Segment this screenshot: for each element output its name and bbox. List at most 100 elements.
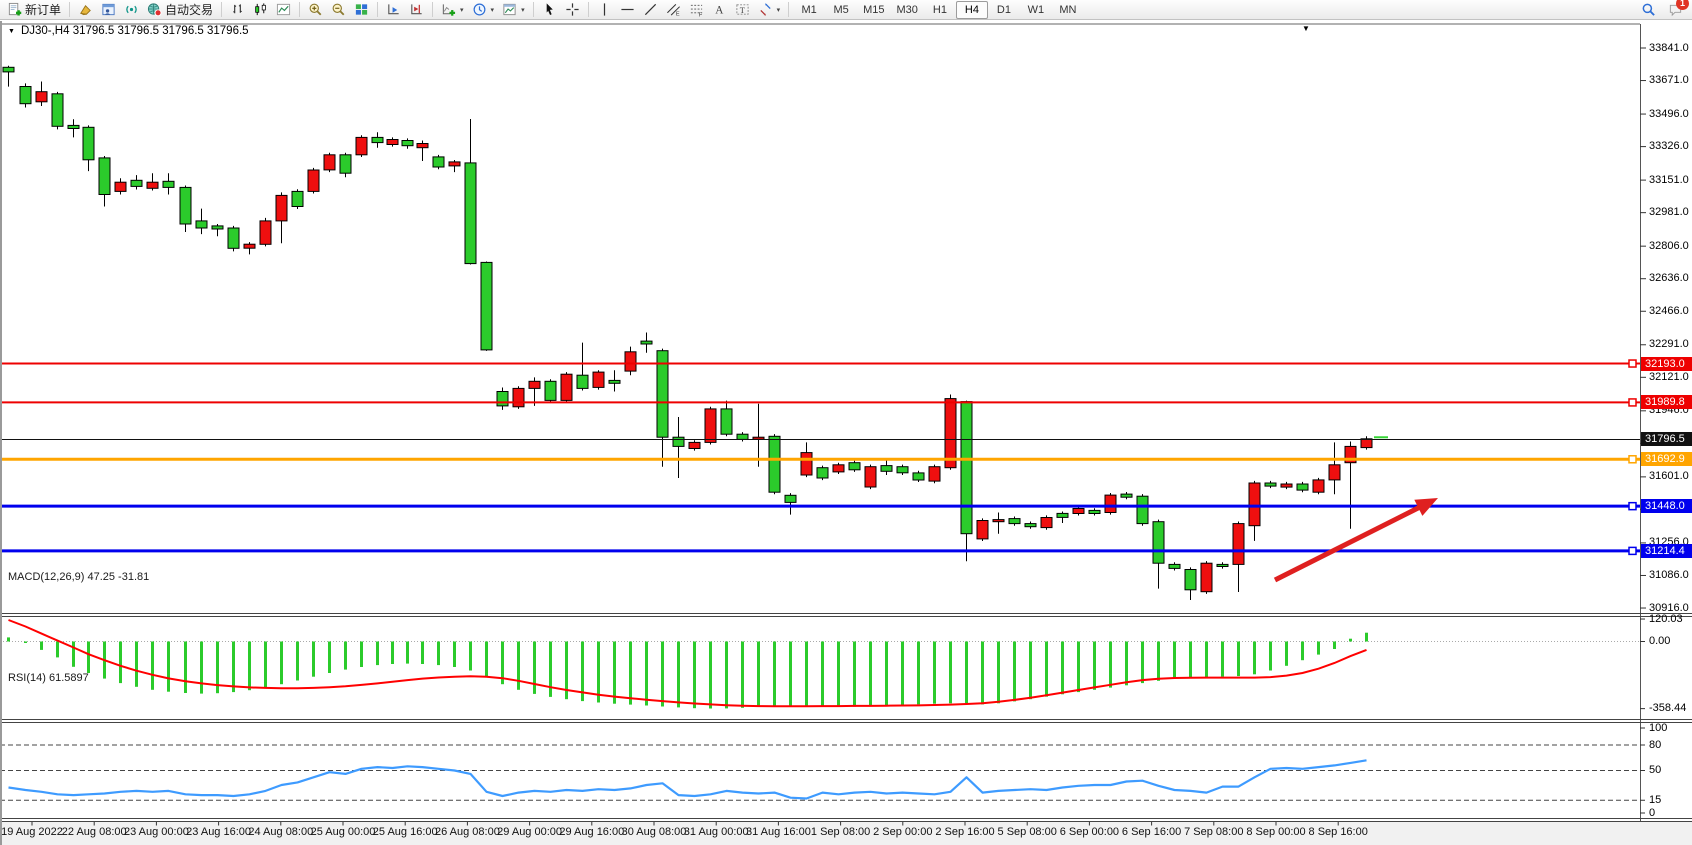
time-label: 22 Aug 08:00 [62, 826, 127, 838]
fibonacci-button[interactable]: F [685, 1, 708, 19]
arrows-icon [758, 2, 773, 17]
zoom-out-icon [331, 2, 346, 17]
candle-bearish [99, 158, 110, 195]
candle-bullish [1281, 484, 1292, 487]
search-button[interactable] [1637, 1, 1660, 19]
macd-histogram-bar [264, 642, 267, 688]
chat-button[interactable]: 1 [1668, 1, 1683, 19]
timeframe-m5[interactable]: M5 [825, 1, 857, 19]
toolbar-separator [788, 2, 789, 17]
candle-bearish [402, 141, 413, 146]
candle-bearish [20, 87, 31, 104]
price-tick-label: 33496.0 [1649, 108, 1689, 120]
macd-signal-line [9, 620, 1367, 706]
time-label: 7 Sep 08:00 [1184, 826, 1243, 838]
tile-windows-button[interactable] [350, 1, 373, 19]
chart-shift-marker[interactable]: ▼ [1302, 24, 1310, 33]
profiles-button[interactable] [74, 1, 97, 19]
candle-bearish [465, 163, 476, 264]
hline-anchor[interactable] [1629, 456, 1636, 463]
macd-scale-label: 0.00 [1649, 635, 1670, 647]
macd-histogram-bar [773, 642, 776, 707]
timeframe-h1[interactable]: H1 [924, 1, 956, 19]
timeframe-mn[interactable]: MN [1052, 1, 1084, 19]
text-button[interactable]: A [708, 1, 731, 19]
macd-histogram-bar [248, 642, 251, 691]
candle-bearish [340, 155, 351, 173]
macd-histogram-bar [232, 642, 235, 693]
macd-histogram-bar [280, 642, 283, 685]
time-label: 19 Aug 2022 [1, 826, 63, 838]
candle-bullish [1249, 483, 1260, 526]
macd-histogram-bar [1285, 642, 1288, 666]
hline-anchor[interactable] [1629, 399, 1636, 406]
indicators-button[interactable]: ▾ [437, 1, 468, 19]
timeframe-m30[interactable]: M30 [891, 1, 924, 19]
macd-histogram-bar [184, 642, 187, 694]
candle-bearish [1185, 570, 1196, 590]
macd-histogram-bar [757, 642, 760, 708]
candle-bearish [1169, 564, 1180, 568]
timeframe-group: M1M5M15M30H1H4D1W1MN [793, 0, 1084, 20]
templates-dropdown-caret: ▾ [521, 6, 525, 14]
new-order-button[interactable]: 新订单 [3, 1, 65, 19]
timeframe-m15[interactable]: M15 [857, 1, 890, 19]
chart-canvas[interactable] [0, 0, 1692, 845]
cursor-button[interactable] [538, 1, 561, 19]
macd-histogram-bar [391, 642, 394, 665]
auto-trading-button[interactable]: 自动交易 [143, 1, 217, 19]
price-tick-label: 33671.0 [1649, 74, 1689, 86]
timeframe-m1[interactable]: M1 [793, 1, 825, 19]
hline-anchor[interactable] [1629, 547, 1636, 554]
candle-bullish [36, 92, 47, 102]
crosshair-button[interactable] [561, 1, 584, 19]
trend-line-button[interactable] [639, 1, 662, 19]
chart-shift-button[interactable] [405, 1, 428, 19]
macd-histogram-bar [965, 642, 968, 704]
macd-histogram-bar [469, 642, 472, 671]
candle-bullish [513, 388, 524, 406]
toolbar-separator [299, 2, 300, 17]
vertical-line-button[interactable] [593, 1, 616, 19]
horizontal-line-button[interactable] [616, 1, 639, 19]
hline-anchor[interactable] [1629, 503, 1636, 510]
macd-histogram-bar [1221, 642, 1224, 677]
candle-bullish [561, 374, 572, 400]
candle-bullish [945, 399, 956, 468]
candle-bearish [609, 380, 620, 383]
macd-histogram-bar [853, 642, 856, 707]
arrows-button[interactable]: ▾ [754, 1, 785, 19]
signals-button[interactable] [120, 1, 143, 19]
text-label-button[interactable]: T [731, 1, 754, 19]
time-label: 8 Sep 00:00 [1246, 826, 1305, 838]
periods-button[interactable]: ▾ [468, 1, 499, 19]
bar-chart-button[interactable] [226, 1, 249, 19]
chart-title: ▼ DJ30-,H4 31796.5 31796.5 31796.5 31796… [8, 25, 249, 37]
line-chart-button[interactable] [272, 1, 295, 19]
chart-shift-icon [409, 2, 424, 17]
timeframe-w1[interactable]: W1 [1020, 1, 1052, 19]
zoom-in-button[interactable] [304, 1, 327, 19]
candle-bullish [449, 162, 460, 166]
timeframe-h4[interactable]: H4 [956, 1, 988, 19]
timeframe-d1[interactable]: D1 [988, 1, 1020, 19]
candlestick-chart-button[interactable] [249, 1, 272, 19]
macd-histogram-bar [1109, 642, 1112, 688]
templates-button[interactable]: ▾ [498, 1, 529, 19]
hline-anchor[interactable] [1629, 360, 1636, 367]
macd-histogram-bar [869, 642, 872, 707]
macd-histogram-bar [1125, 642, 1128, 686]
candle-bearish [817, 468, 828, 478]
mt4-window: 新订单 自动交易 [0, 0, 1692, 845]
auto-scroll-button[interactable] [382, 1, 405, 19]
toolbar-separator [533, 2, 534, 17]
macd-histogram-bar [1269, 642, 1272, 671]
data-window-button[interactable] [97, 1, 120, 19]
macd-histogram-bar [661, 642, 664, 707]
equidistant-channel-button[interactable]: E [662, 1, 685, 19]
zoom-out-button[interactable] [327, 1, 350, 19]
time-label: 5 Sep 08:00 [998, 826, 1057, 838]
macd-histogram-bar [135, 642, 138, 687]
one-click-trading-arrow[interactable]: ▼ [8, 28, 15, 35]
candle-bearish [913, 473, 924, 480]
